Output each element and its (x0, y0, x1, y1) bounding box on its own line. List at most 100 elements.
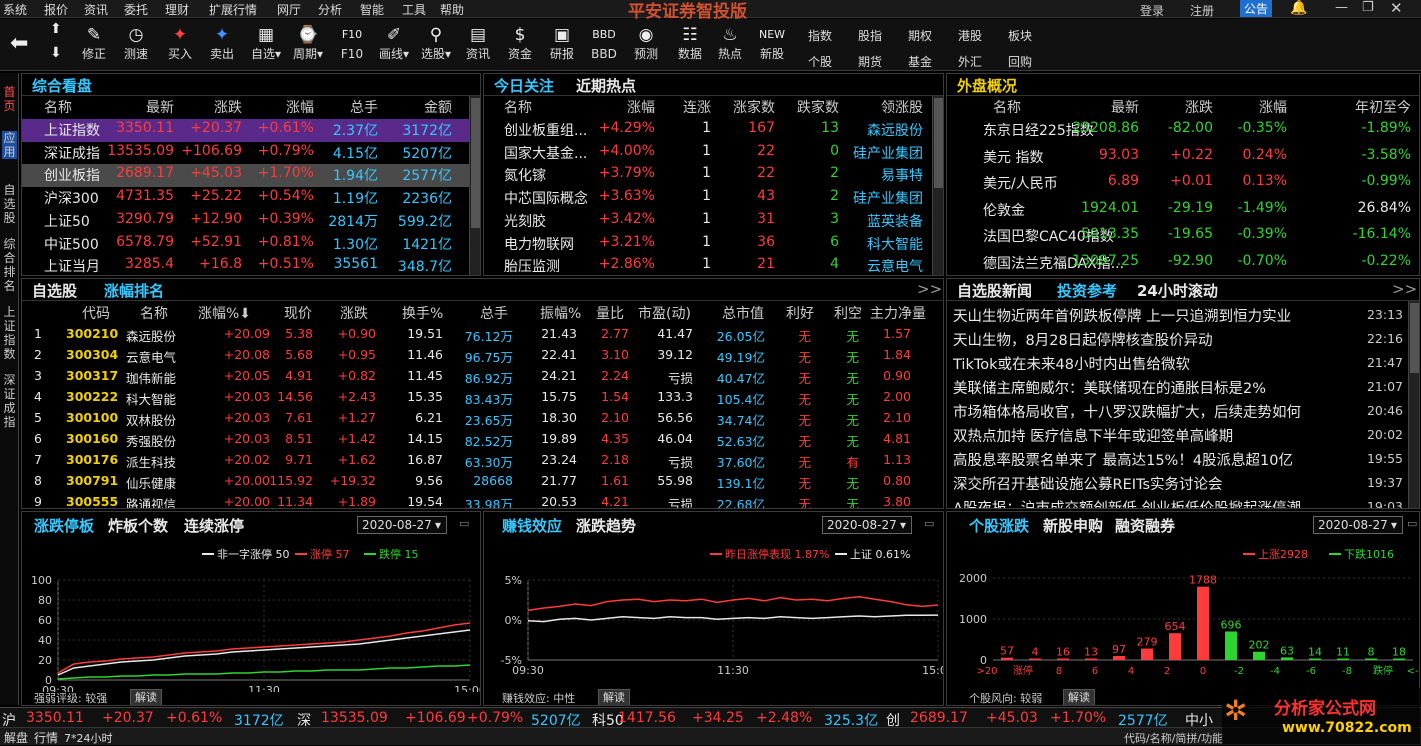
global-row[interactable]: 美元/人民币 6.89 +0.01 0.13% -0.99% (947, 172, 1419, 199)
focus-row[interactable]: 国家大基金... +4.00% 1 22 0 硅产业集团 (484, 142, 943, 165)
status-index-0[interactable]: 沪 3350.11 +20.37 +0.61% 3172亿 (2, 708, 292, 729)
toolbar-button-0[interactable]: ✎ 修正 (72, 24, 116, 68)
tab-watchlist-news[interactable]: 自选股新闻 (957, 280, 1032, 301)
toolbar-link-0-b[interactable]: 个股 (808, 53, 832, 70)
overview-header-4[interactable]: 总手 (350, 97, 378, 117)
watch-table-row[interactable]: 9 300555 路通视信 +20.00 11.34 +1.89 19.54 33.98万 20… (22, 492, 943, 508)
overview-row[interactable]: 上证当月 3285.4 +16.8 +0.51% 35561 348.7亿 (22, 255, 480, 275)
news-list-item[interactable]: 美联储主席鲍威尔：美联储现在的通胀目标是2% 21:07 (947, 375, 1405, 399)
watch-table-row[interactable]: 1 300210 森远股份 +20.09 5.38 +0.90 19.51 76.12万 21.… (22, 324, 943, 345)
news-list-item[interactable]: 双热点加持 医疗信息下半年或迎签单高峰期 20:02 (947, 423, 1405, 447)
tab-investment-ref[interactable]: 投资参考 (1057, 280, 1117, 301)
global-row[interactable]: 德国法兰克福DAX指... 13097.25 -92.90 -0.70% -0.22% (947, 252, 1419, 276)
toolbar-button-1[interactable]: ◷ 测速 (114, 24, 158, 68)
watch-header-12[interactable]: 利空 (834, 303, 862, 323)
watch-header-5[interactable]: 换手% (402, 303, 443, 323)
watch-table-row[interactable]: 2 300304 云意电气 +20.08 5.68 +0.95 11.46 96.75万 22.… (22, 345, 943, 366)
chart2-calendar-icon[interactable]: ▭ (924, 517, 934, 530)
down-arrow-icon[interactable]: ⬇ (50, 45, 62, 61)
status-index-2[interactable]: 科50 1417.56 +34.25 +2.48% 325.3亿 (592, 708, 882, 729)
back-arrow-icon[interactable]: ⬅ (10, 31, 28, 56)
chart1-calendar-icon[interactable]: ▭ (459, 517, 469, 530)
watch-table-row[interactable]: 5 300100 双林股份 +20.03 7.61 +1.27 6.21 23.65万 18.3… (22, 408, 943, 429)
watch-header-4[interactable]: 涨跌 (340, 303, 368, 323)
menu-item-6[interactable]: 网厅 (277, 1, 301, 18)
tab-broken-board[interactable]: 炸板个数 (108, 515, 168, 536)
watch-header-2[interactable]: 涨幅%⬇ (198, 303, 251, 323)
toolbar-button-2[interactable]: ✦ 买入 (158, 24, 202, 68)
toolbar-button-7[interactable]: ✐ 画线▾ (372, 24, 416, 68)
focus-header-4[interactable]: 跌家数 (797, 97, 839, 117)
toolbar-link-2-a[interactable]: 期权 (908, 27, 932, 44)
tab-consecutive-limit[interactable]: 连续涨停 (184, 515, 244, 536)
watch-table-row[interactable]: 4 300222 科大智能 +20.03 14.56 +2.43 15.35 83.43万 15… (22, 387, 943, 408)
toolbar-button-4[interactable]: ▦ 自选▾ (244, 24, 288, 68)
chart1-date-select[interactable]: 2020-08-27 ▾ (357, 516, 447, 534)
toolbar-button-3[interactable]: ✦ 卖出 (200, 24, 244, 68)
watch-header-3[interactable]: 现价 (284, 303, 312, 323)
tab-analysis[interactable]: 解盘 (4, 729, 28, 746)
chart3-date-select[interactable]: 2020-08-27 ▾ (1313, 516, 1403, 534)
register-link[interactable]: 注册 (1190, 2, 1214, 19)
global-row[interactable]: 东京日经225指数 23208.86 -82.00 -0.35% -1.89% (947, 119, 1419, 146)
toolbar-button-11[interactable]: ▣ 研报 (540, 24, 584, 68)
menu-item-5[interactable]: 扩展行情 (209, 1, 257, 18)
global-row[interactable]: 法国巴黎CAC40指数 5013.35 -19.65 -0.39% -16.14% (947, 225, 1419, 252)
focus-header-0[interactable]: 名称 (504, 97, 532, 117)
maximize-icon[interactable]: ❐ (1362, 0, 1374, 15)
focus-row[interactable]: 氮化镓 +3.79% 1 22 2 易事特 (484, 164, 943, 187)
watch-header-13[interactable]: 主力净量 (870, 303, 926, 323)
watch-table-row[interactable]: 6 300160 秀强股份 +20.03 8.51 +1.42 14.15 82.52万 19.… (22, 429, 943, 450)
menu-item-0[interactable]: 系统 (3, 1, 27, 18)
menu-item-2[interactable]: 资讯 (84, 1, 108, 18)
toolbar-link-1-b[interactable]: 期货 (858, 53, 882, 70)
sidebar-item-ranking[interactable]: 综合排名 (2, 237, 17, 293)
overview-row[interactable]: 上证50 3290.79 +12.90 +0.39% 2814万 599.2亿 (22, 210, 480, 233)
toolbar-button-6[interactable]: F10 F10 (330, 24, 374, 68)
overview-header-3[interactable]: 涨幅 (286, 97, 314, 117)
login-link[interactable]: 登录 (1140, 2, 1164, 19)
global-header-4[interactable]: 年初至今 (1355, 97, 1411, 117)
overview-header-0[interactable]: 名称 (44, 97, 72, 117)
focus-scrollbar[interactable] (932, 96, 943, 275)
toolbar-button-9[interactable]: ▤ 资讯 (456, 24, 500, 68)
news-list-item[interactable]: 市场箱体格局收官，十八罗汉跌幅扩大，后续走势如何 20:46 (947, 399, 1405, 423)
close-icon[interactable]: ✕ (1390, 0, 1403, 17)
chart2-date-select[interactable]: 2020-08-27 ▾ (822, 516, 912, 534)
tab-watchlist[interactable]: 自选股 (32, 280, 77, 301)
global-header-3[interactable]: 涨幅 (1259, 97, 1287, 117)
sidebar-item-watchlist[interactable]: 自选股 (2, 183, 17, 225)
toolbar-link-4-a[interactable]: 板块 (1008, 27, 1032, 44)
news-list-item[interactable]: 天山生物近两年首例跌板停牌 上一只追溯到恒力实业 23:13 (947, 303, 1405, 327)
menu-item-1[interactable]: 报价 (44, 1, 68, 18)
tab-stock-updown[interactable]: 个股涨跌 (969, 515, 1029, 536)
toolbar-button-13[interactable]: ◉ 预测 (624, 24, 668, 68)
global-header-1[interactable]: 最新 (1111, 97, 1139, 117)
sidebar-item-sz-index[interactable]: 深证成指 (2, 373, 17, 429)
watch-header-6[interactable]: 总手 (480, 303, 508, 323)
tab-ipo[interactable]: 新股申购 (1043, 515, 1103, 536)
minimize-icon[interactable]: — (1335, 0, 1348, 15)
overview-header-1[interactable]: 最新 (146, 97, 174, 117)
tab-recent-hot[interactable]: 近期热点 (576, 75, 636, 96)
overview-row[interactable]: 创业板指 2689.17 +45.03 +1.70% 1.94亿 2577亿 (22, 164, 480, 188)
watch-table-row[interactable]: 8 300791 仙乐健康 +20.00 115.92 +19.32 9.56 28668 21… (22, 471, 943, 492)
sidebar-item-sh-index[interactable]: 上证指数 (2, 305, 17, 361)
sidebar-item-apps[interactable]: 应用 (2, 131, 17, 159)
menu-item-9[interactable]: 工具 (402, 1, 426, 18)
focus-row[interactable]: 光刻胶 +3.42% 1 31 3 蓝英装备 (484, 210, 943, 233)
focus-header-5[interactable]: 领涨股 (881, 97, 923, 117)
chart1-interpret-button[interactable]: 解读 (130, 689, 162, 705)
overview-row[interactable]: 上证指数 3350.11 +20.37 +0.61% 2.37亿 3172亿 (22, 119, 480, 142)
watch-header-9[interactable]: 市盈(动) (638, 303, 691, 323)
tab-24h-rolling[interactable]: 24小时滚动 (1137, 280, 1218, 301)
toolbar-link-2-b[interactable]: 基金 (908, 53, 932, 70)
focus-header-2[interactable]: 连涨 (683, 97, 711, 117)
status-index-3[interactable]: 创 2689.17 +45.03 +1.70% 2577亿 (886, 708, 1176, 729)
toolbar-button-10[interactable]: $ 资金 (498, 24, 542, 68)
watch-header-0[interactable]: 代码 (82, 303, 110, 323)
toolbar-button-14[interactable]: ☷ 数据 (668, 24, 712, 68)
tab-limit-board[interactable]: 涨跌停板 (34, 515, 94, 536)
watch-header-8[interactable]: 量比 (596, 303, 624, 323)
global-header-2[interactable]: 涨跌 (1185, 97, 1213, 117)
